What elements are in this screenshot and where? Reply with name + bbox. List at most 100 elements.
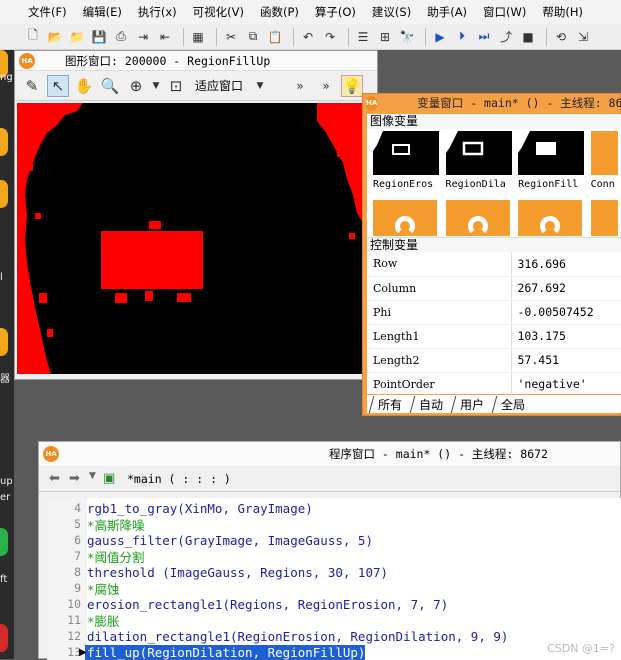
menu-visualize[interactable]: 可视化(V): [185, 4, 252, 20]
insert-icon[interactable]: ⇲: [574, 28, 592, 46]
chevron-down-icon[interactable]: ▼: [89, 471, 99, 487]
desktop-app-icon[interactable]: [0, 128, 8, 156]
cut-icon[interactable]: ✂: [222, 28, 240, 46]
code-line[interactable]: 11 *膨胀: [47, 612, 621, 629]
table-row[interactable]: Row 316.696: [367, 252, 621, 277]
redo-icon[interactable]: ↷: [321, 28, 339, 46]
image-variable-thumbnail[interactable]: Conn: [589, 129, 619, 237]
thumbnail-image: [445, 131, 512, 175]
desktop-app-icon[interactable]: [0, 528, 8, 556]
desktop-app-icon[interactable]: [0, 328, 8, 356]
chevron-down-icon[interactable]: ▼: [151, 75, 161, 97]
code-line-current[interactable]: 13 fill_up(RegionDilation, RegionFillUp): [47, 644, 621, 660]
code-text: erosion_rectangle1(Regions, RegionErosio…: [87, 596, 449, 612]
code-line[interactable]: 8 threshold (ImageGauss, Regions, 30, 107…: [47, 564, 621, 580]
image-canvas[interactable]: [17, 103, 363, 374]
menu-edit[interactable]: 编辑(E): [75, 4, 130, 20]
step-over-icon[interactable]: ⏵: [453, 28, 471, 46]
draw-icon[interactable]: ✎: [21, 75, 43, 97]
table-row[interactable]: Length1 103.175: [367, 324, 621, 349]
tab-user[interactable]: 用户: [450, 396, 495, 413]
step-out-icon[interactable]: ⤴: [497, 28, 515, 46]
new-file-icon[interactable]: 🗋: [24, 28, 42, 46]
export-icon[interactable]: ⇥: [134, 28, 152, 46]
thumbnail-image: [518, 131, 585, 175]
pointer-icon[interactable]: ↖: [47, 74, 69, 97]
chevron-down-icon[interactable]: ▼: [251, 75, 269, 97]
menu-assistants[interactable]: 助手(A): [419, 4, 475, 20]
menu-execute[interactable]: 执行(x): [130, 4, 185, 20]
more-icon[interactable]: »: [315, 75, 337, 97]
line-number: 10: [67, 597, 81, 611]
table-row[interactable]: Phi -0.00507452: [367, 300, 621, 325]
desktop-app-icon[interactable]: [0, 180, 8, 208]
code-line[interactable]: 12 dilation_rectangle1(RegionErosion, Reg…: [47, 628, 621, 644]
thumbnail-label: RegionDila: [445, 179, 506, 190]
watermark: CSDN @1=?: [547, 642, 615, 655]
thumbnail-placeholder: [373, 200, 437, 236]
variable-value: 'negative': [510, 372, 621, 397]
desktop-app-icon[interactable]: [0, 624, 8, 652]
table-row[interactable]: Column 267.692: [367, 276, 621, 301]
tree-icon[interactable]: ⊞: [376, 28, 394, 46]
line-number: 9: [74, 581, 81, 595]
procedure-select[interactable]: *main ( : : : ): [127, 472, 231, 486]
code-comment: *腐蚀: [87, 581, 120, 597]
zoom-in-icon[interactable]: ⊕: [125, 75, 147, 97]
graphics-window-titlebar[interactable]: HA 图形窗口: 200000 - RegionFillUp: [15, 51, 377, 71]
bulb-icon[interactable]: 💡: [341, 74, 364, 97]
code-line[interactable]: 7 *阈值分割: [47, 548, 621, 565]
open-folder-icon[interactable]: 📂: [46, 28, 64, 46]
image-variable-thumbnail[interactable]: RegionDila: [444, 129, 513, 237]
step-into-icon[interactable]: ⏭: [475, 28, 493, 46]
menu-file[interactable]: 文件(F): [20, 4, 75, 20]
table-row[interactable]: PointOrder'negative': [367, 372, 621, 397]
undo-icon[interactable]: ↶: [299, 28, 317, 46]
fit-window-icon[interactable]: ⊡: [165, 75, 187, 97]
image-variable-thumbnail[interactable]: RegionEros: [371, 129, 440, 237]
program-window-titlebar[interactable]: HA 程序窗口 - main* () - 主线程: 8672: [39, 442, 620, 466]
variable-window-titlebar[interactable]: HA 变量窗口 - main* () - 主线程: 8672: [363, 94, 621, 112]
variable-name: PointOrder: [367, 372, 511, 397]
menu-functions[interactable]: 函数(P): [252, 4, 307, 20]
import-icon[interactable]: ⇤: [156, 28, 174, 46]
thumbnail-placeholder: [445, 200, 510, 236]
run-icon[interactable]: ▶: [431, 28, 449, 46]
tab-label: 全局: [501, 398, 526, 412]
thumbnail-image: [590, 131, 619, 175]
code-line[interactable]: 5 *高斯降噪: [47, 516, 621, 533]
stop-icon[interactable]: ■: [519, 28, 537, 46]
control-variables-table: Row 316.696 Column 267.692 Phi -0.00507452 …: [367, 252, 621, 397]
code-line[interactable]: 9 *腐蚀: [47, 580, 621, 597]
toolbar-divider: [546, 27, 547, 46]
image-variable-thumbnail[interactable]: RegionFill: [516, 129, 585, 237]
copy-icon[interactable]: ⧉: [244, 28, 262, 46]
line-number: 12: [67, 629, 81, 643]
code-text: gauss_filter(GrayImage, ImageGauss, 5): [87, 532, 373, 548]
save-icon[interactable]: 💾: [90, 28, 108, 46]
open-example-icon[interactable]: 📁: [68, 28, 86, 46]
paste-icon[interactable]: 📋: [266, 28, 284, 46]
menu-help[interactable]: 帮助(H): [534, 4, 591, 20]
pan-hand-icon[interactable]: ✋: [73, 75, 95, 97]
tab-all[interactable]: 所有: [368, 396, 413, 413]
code-line[interactable]: 10 erosion_rectangle1(Regions, RegionEros…: [47, 596, 621, 612]
back-arrow-icon[interactable]: ⬅: [49, 471, 65, 487]
line-number: 11: [67, 613, 81, 627]
code-editor[interactable]: 4 rgb1_to_gray(XinMo, GrayImage) 5 *高斯降噪 6…: [47, 498, 621, 660]
find-icon[interactable]: 🔭: [398, 28, 416, 46]
print-icon[interactable]: ⎙: [112, 28, 130, 46]
more-icon[interactable]: »: [289, 75, 311, 97]
menu-operators[interactable]: 算子(O): [307, 4, 364, 20]
table-row[interactable]: Length2 57.451: [367, 348, 621, 373]
forward-arrow-icon[interactable]: ➡: [69, 471, 85, 487]
menu-window[interactable]: 窗口(W): [475, 4, 534, 20]
reset-icon[interactable]: ⟲: [552, 28, 570, 46]
tab-global[interactable]: 全局: [491, 396, 536, 413]
zoom-select[interactable]: 适应窗口: [195, 77, 243, 94]
list-icon[interactable]: ☰: [354, 28, 372, 46]
tab-auto[interactable]: 自动: [409, 396, 454, 413]
menu-suggestions[interactable]: 建议(S): [364, 4, 419, 20]
magnifier-icon[interactable]: 🔍: [99, 75, 121, 97]
acquisition-icon[interactable]: ▦: [189, 28, 207, 46]
